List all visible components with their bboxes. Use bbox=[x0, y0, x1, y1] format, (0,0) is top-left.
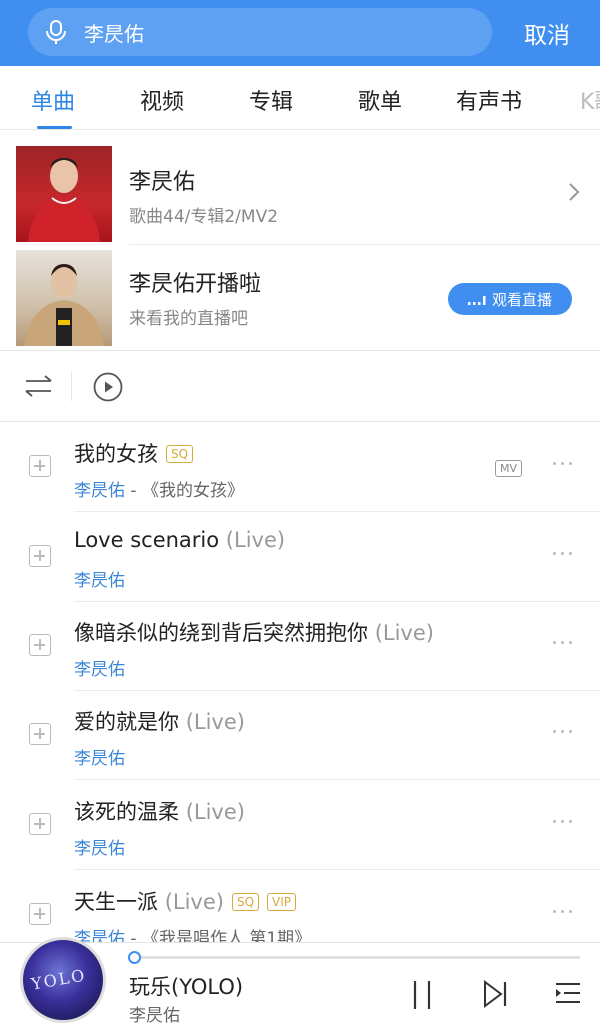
playlist-icon[interactable] bbox=[554, 979, 582, 1013]
more-icon[interactable] bbox=[553, 552, 572, 555]
artist-name: 李昃佑 bbox=[129, 170, 196, 195]
live-thumbnail bbox=[16, 250, 112, 346]
song-artist[interactable]: 李昃佑 bbox=[74, 660, 125, 680]
progress-knob[interactable] bbox=[128, 951, 141, 964]
tab-karaoke[interactable]: K歌 bbox=[580, 84, 600, 116]
song-title: 像暗杀似的绕到背后突然拥抱你 (Live) bbox=[74, 621, 434, 645]
active-tab-indicator bbox=[37, 126, 72, 129]
cover-text: YOLO bbox=[29, 965, 88, 994]
live-bars-icon bbox=[467, 296, 486, 305]
now-playing-title: 玩乐(YOLO) bbox=[129, 975, 244, 999]
cancel-button[interactable]: 取消 bbox=[524, 16, 570, 50]
add-icon[interactable] bbox=[29, 903, 51, 925]
song-artist[interactable]: 李昃佑 bbox=[74, 839, 125, 859]
more-icon[interactable] bbox=[553, 462, 572, 465]
next-track-icon[interactable] bbox=[482, 979, 508, 1013]
song-artist[interactable]: 李昃佑 bbox=[74, 749, 125, 769]
add-icon[interactable] bbox=[29, 455, 51, 477]
pause-icon[interactable] bbox=[410, 979, 434, 1015]
artist-photo bbox=[16, 146, 112, 242]
mv-badge[interactable]: MV bbox=[494, 460, 522, 477]
album-cover[interactable]: YOLO bbox=[20, 937, 106, 1023]
song-meta: 李昃佑 bbox=[74, 566, 125, 591]
vip-badge: VIP bbox=[267, 893, 297, 911]
toolbar-divider bbox=[71, 371, 72, 401]
mini-player[interactable]: YOLO 玩乐(YOLO) 李昃佑 bbox=[0, 937, 600, 1031]
song-meta: 李昃佑 - 《我的女孩》 bbox=[74, 476, 244, 501]
shuffle-icon[interactable] bbox=[24, 373, 54, 403]
artist-stats: 歌曲44/专辑2/MV2 bbox=[129, 207, 279, 227]
tab-albums[interactable]: 专辑 bbox=[249, 84, 293, 116]
song-title: 该死的温柔 (Live) bbox=[74, 800, 245, 824]
song-row[interactable]: 我的女孩 SQ 李昃佑 - 《我的女孩》 MV bbox=[0, 422, 600, 512]
add-icon[interactable] bbox=[29, 723, 51, 745]
more-icon[interactable] bbox=[553, 730, 572, 733]
add-icon[interactable] bbox=[29, 634, 51, 656]
more-icon[interactable] bbox=[553, 641, 572, 644]
song-row[interactable]: Love scenario (Live) 李昃佑 bbox=[0, 512, 600, 602]
song-artist[interactable]: 李昃佑 bbox=[74, 481, 125, 501]
voice-search-icon[interactable] bbox=[28, 8, 84, 56]
more-icon[interactable] bbox=[553, 910, 572, 913]
add-icon[interactable] bbox=[29, 545, 51, 567]
song-row[interactable]: 爱的就是你 (Live) 李昃佑 bbox=[0, 690, 600, 780]
song-album: - 《我的女孩》 bbox=[125, 481, 244, 501]
song-title: Love scenario (Live) bbox=[74, 528, 286, 552]
artist-card[interactable]: 李昃佑 歌曲44/专辑2/MV2 bbox=[0, 130, 600, 244]
sq-badge: SQ bbox=[166, 445, 194, 463]
song-row[interactable]: 像暗杀似的绕到背后突然拥抱你 (Live) 李昃佑 bbox=[0, 601, 600, 691]
song-title: 爱的就是你 (Live) bbox=[74, 710, 245, 734]
chevron-right-icon bbox=[568, 182, 580, 206]
more-icon[interactable] bbox=[553, 820, 572, 823]
live-subtitle: 来看我的直播吧 bbox=[129, 309, 248, 329]
song-row[interactable]: 该死的温柔 (Live) 李昃佑 bbox=[0, 780, 600, 870]
tab-audiobooks[interactable]: 有声书 bbox=[456, 84, 522, 116]
divider bbox=[129, 244, 600, 245]
tab-playlists[interactable]: 歌单 bbox=[358, 84, 402, 116]
song-title: 我的女孩 SQ bbox=[74, 438, 194, 468]
result-tabs: 单曲 视频 专辑 歌单 有声书 K歌 bbox=[0, 66, 600, 130]
search-header: 李昃佑 取消 bbox=[0, 0, 600, 66]
live-title: 李昃佑开播啦 bbox=[129, 272, 262, 297]
tab-videos[interactable]: 视频 bbox=[140, 84, 184, 116]
add-icon[interactable] bbox=[29, 813, 51, 835]
search-query-text: 李昃佑 bbox=[84, 21, 144, 46]
sq-badge: SQ bbox=[231, 893, 260, 911]
song-meta: 李昃佑 bbox=[74, 834, 125, 859]
tab-singles[interactable]: 单曲 bbox=[31, 84, 75, 116]
search-input[interactable]: 李昃佑 bbox=[28, 8, 492, 56]
progress-bar[interactable] bbox=[134, 956, 580, 959]
watch-live-label: 观看直播 bbox=[491, 290, 552, 309]
list-toolbar bbox=[0, 351, 600, 421]
song-title: 天生一派 (Live) SQ VIP bbox=[74, 886, 297, 916]
song-meta: 李昃佑 bbox=[74, 744, 125, 769]
song-meta: 李昃佑 bbox=[74, 655, 125, 680]
song-artist[interactable]: 李昃佑 bbox=[74, 571, 125, 591]
play-circle-icon[interactable] bbox=[93, 372, 123, 406]
watch-live-button[interactable]: 观看直播 bbox=[448, 283, 572, 315]
now-playing-artist: 李昃佑 bbox=[129, 1006, 180, 1026]
live-card[interactable]: 李昃佑开播啦 来看我的直播吧 观看直播 bbox=[0, 246, 600, 350]
